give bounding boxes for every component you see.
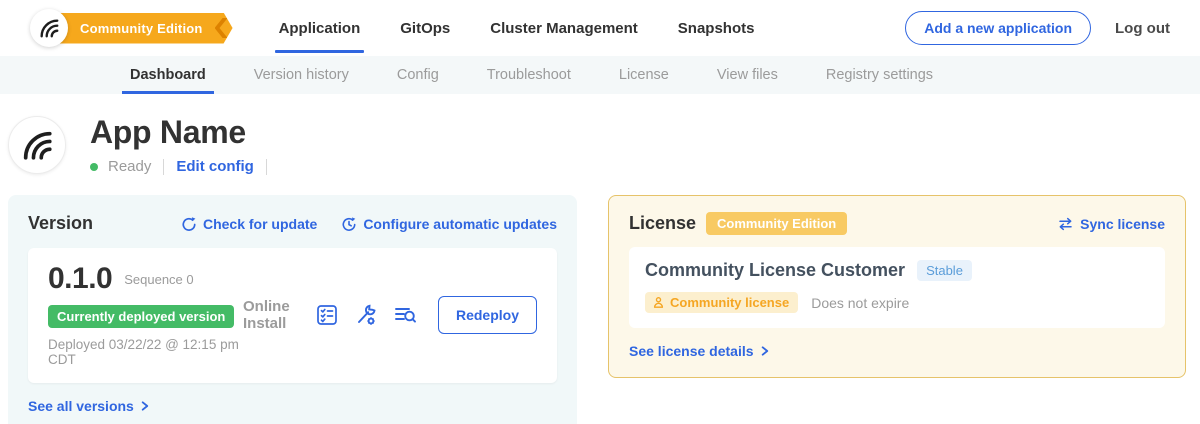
chevron-right-icon bbox=[759, 345, 770, 357]
nav-cluster-management[interactable]: Cluster Management bbox=[490, 20, 638, 37]
sync-license-label: Sync license bbox=[1080, 216, 1165, 232]
install-type-label: Online Install bbox=[243, 298, 296, 332]
tab-dashboard[interactable]: Dashboard bbox=[130, 56, 206, 94]
sync-icon bbox=[1057, 216, 1074, 232]
refresh-icon bbox=[181, 216, 197, 232]
version-card: Version Check for update Configure au bbox=[8, 195, 577, 424]
app-header: App Name Ready Edit config bbox=[0, 94, 1200, 187]
license-card: License Community Edition Sync license C… bbox=[608, 195, 1186, 378]
license-type-badge: Community license bbox=[645, 292, 798, 313]
app-subnav: Dashboard Version history Config Trouble… bbox=[0, 56, 1200, 94]
view-diff-icon[interactable] bbox=[393, 303, 417, 327]
tab-version-history[interactable]: Version history bbox=[254, 56, 349, 94]
community-edition-badge: Community Edition bbox=[706, 212, 847, 235]
dashboard-cards: Version Check for update Configure au bbox=[0, 187, 1200, 424]
see-all-versions-link[interactable]: See all versions bbox=[28, 398, 150, 414]
license-expiry: Does not expire bbox=[811, 295, 909, 311]
license-card-header: License Community Edition Sync license bbox=[629, 212, 1165, 235]
version-card-title: Version bbox=[28, 213, 93, 234]
license-type-label: Community license bbox=[670, 295, 789, 310]
deployed-badge: Currently deployed version bbox=[48, 305, 234, 328]
channel-badge: Stable bbox=[917, 260, 972, 281]
status-dot-icon bbox=[90, 163, 98, 171]
check-for-update-link[interactable]: Check for update bbox=[181, 216, 317, 232]
edit-config-link[interactable]: Edit config bbox=[176, 158, 254, 175]
current-version-box: 0.1.0 Sequence 0 Currently deployed vers… bbox=[28, 248, 557, 383]
community-edition-label: Community Edition bbox=[80, 21, 203, 36]
nav-application[interactable]: Application bbox=[279, 20, 361, 37]
check-for-update-label: Check for update bbox=[203, 216, 317, 232]
version-card-actions: Check for update Configure automatic upd… bbox=[181, 216, 557, 232]
see-license-details-label: See license details bbox=[629, 343, 754, 359]
version-card-header: Version Check for update Configure au bbox=[28, 213, 557, 234]
license-card-title: License bbox=[629, 213, 696, 234]
page-title: App Name bbox=[90, 114, 269, 151]
person-icon bbox=[652, 296, 665, 309]
divider bbox=[266, 159, 267, 175]
sync-license-link[interactable]: Sync license bbox=[1057, 216, 1165, 232]
main-nav: Application GitOps Cluster Management Sn… bbox=[279, 20, 755, 37]
sequence-label: Sequence 0 bbox=[124, 272, 193, 287]
header-right: Add a new application Log out bbox=[905, 11, 1170, 45]
auto-update-clock-icon bbox=[341, 216, 357, 232]
app-status-row: Ready Edit config bbox=[90, 158, 269, 175]
configure-automatic-updates-label: Configure automatic updates bbox=[363, 216, 557, 232]
chevron-right-icon bbox=[139, 400, 150, 412]
redeploy-button[interactable]: Redeploy bbox=[438, 296, 537, 334]
tab-view-files[interactable]: View files bbox=[717, 56, 778, 94]
configure-automatic-updates-link[interactable]: Configure automatic updates bbox=[341, 216, 557, 232]
nav-snapshots[interactable]: Snapshots bbox=[678, 20, 755, 37]
license-customer-name: Community License Customer bbox=[645, 260, 905, 281]
app-logo-icon bbox=[8, 116, 66, 174]
see-all-versions-label: See all versions bbox=[28, 398, 134, 414]
preflight-checks-icon[interactable] bbox=[315, 303, 339, 327]
top-header: Community Edition Application GitOps Clu… bbox=[0, 0, 1200, 56]
community-edition-ribbon: Community Edition bbox=[44, 13, 233, 44]
app-title-block: App Name Ready Edit config bbox=[90, 114, 269, 175]
tab-registry-settings[interactable]: Registry settings bbox=[826, 56, 933, 94]
version-info: 0.1.0 Sequence 0 Currently deployed vers… bbox=[48, 262, 243, 367]
status-badge: Ready bbox=[108, 158, 151, 175]
deployed-timestamp: Deployed 03/22/22 @ 12:15 pm CDT bbox=[48, 337, 243, 367]
nav-gitops[interactable]: GitOps bbox=[400, 20, 450, 37]
logout-link[interactable]: Log out bbox=[1115, 20, 1170, 37]
divider bbox=[163, 159, 164, 175]
tab-troubleshoot[interactable]: Troubleshoot bbox=[487, 56, 571, 94]
replicated-logo-icon bbox=[30, 9, 68, 47]
version-number: 0.1.0 bbox=[48, 262, 112, 296]
edit-config-gear-icon[interactable] bbox=[354, 303, 378, 327]
version-actions: Online Install bbox=[243, 296, 537, 334]
brand-logo: Community Edition bbox=[30, 9, 233, 47]
license-info-box: Community License Customer Stable Commun… bbox=[629, 247, 1165, 328]
tab-config[interactable]: Config bbox=[397, 56, 439, 94]
add-new-application-button[interactable]: Add a new application bbox=[905, 11, 1091, 45]
tab-license[interactable]: License bbox=[619, 56, 669, 94]
ribbon-notch-icon bbox=[215, 18, 228, 38]
see-license-details-link[interactable]: See license details bbox=[629, 343, 770, 359]
